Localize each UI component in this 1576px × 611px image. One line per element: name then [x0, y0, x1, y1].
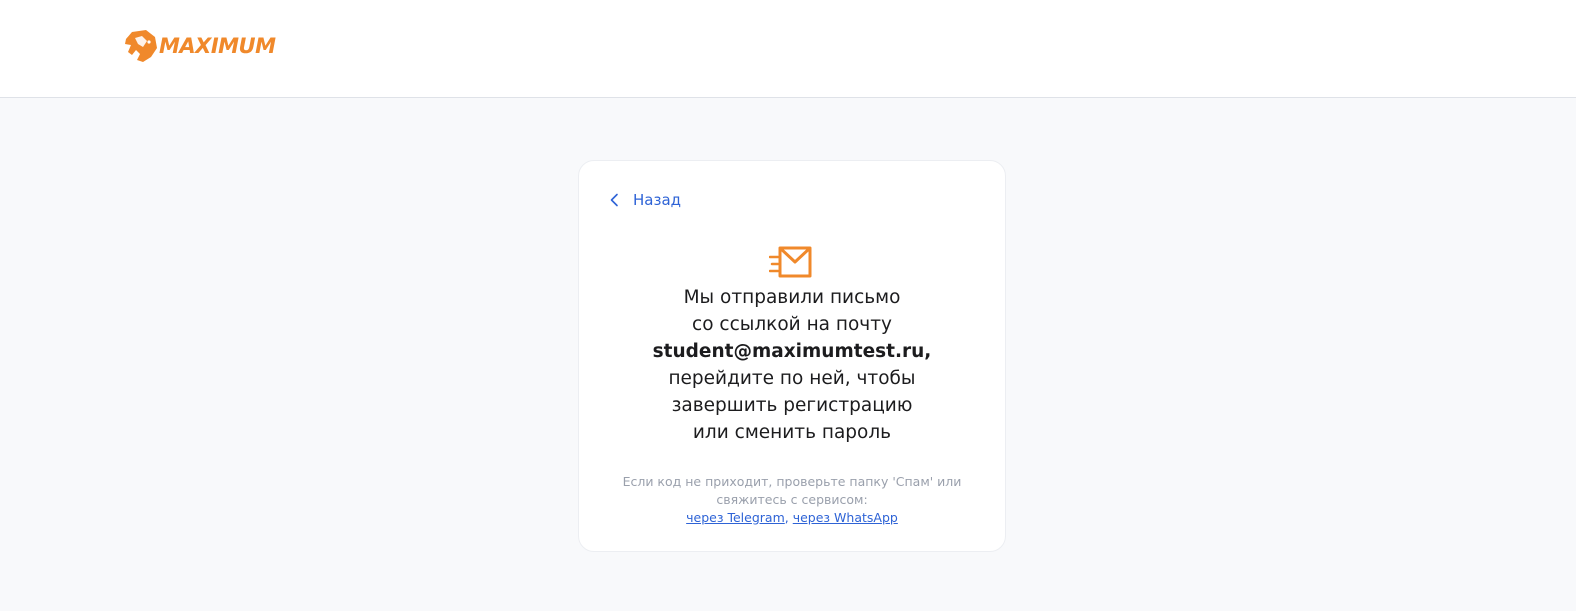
- message-line-4: завершить регистрацию: [671, 395, 913, 416]
- logo-text: MAXIMUM: [159, 33, 276, 58]
- whatsapp-link[interactable]: через WhatsApp: [793, 510, 898, 525]
- spam-hint: Если код не приходит, проверьте папку 'С…: [579, 473, 1005, 527]
- confirmation-message: Мы отправили письмо со ссылкой на почту …: [579, 284, 1005, 446]
- message-line-2: со ссылкой на почту: [692, 314, 892, 335]
- hint-line-1: Если код не приходит, проверьте папку 'С…: [622, 474, 962, 489]
- link-separator: ,: [784, 510, 789, 525]
- elephant-head-icon: [125, 30, 157, 62]
- message-line-5: или сменить пароль: [692, 422, 892, 443]
- contact-links: через Telegram, через WhatsApp: [579, 509, 1005, 527]
- hint-line-2: свяжитесь с сервисом:: [716, 492, 868, 507]
- site-header: MAXIMUM: [0, 0, 1576, 98]
- message-line-1: Мы отправили письмо: [683, 287, 901, 308]
- maximum-logo[interactable]: MAXIMUM: [122, 27, 276, 65]
- user-email: student@maximumtest.ru,: [652, 341, 932, 362]
- message-line-3: перейдите по ней, чтобы: [668, 368, 916, 389]
- email-sent-card: Назад Мы отправили письмо со ссылкой на …: [578, 160, 1006, 552]
- envelope-sent-icon: [769, 246, 812, 278]
- back-button[interactable]: Назад: [609, 189, 681, 211]
- telegram-link[interactable]: через Telegram: [686, 510, 785, 525]
- back-label: Назад: [633, 191, 682, 209]
- chevron-left-icon: [610, 193, 618, 207]
